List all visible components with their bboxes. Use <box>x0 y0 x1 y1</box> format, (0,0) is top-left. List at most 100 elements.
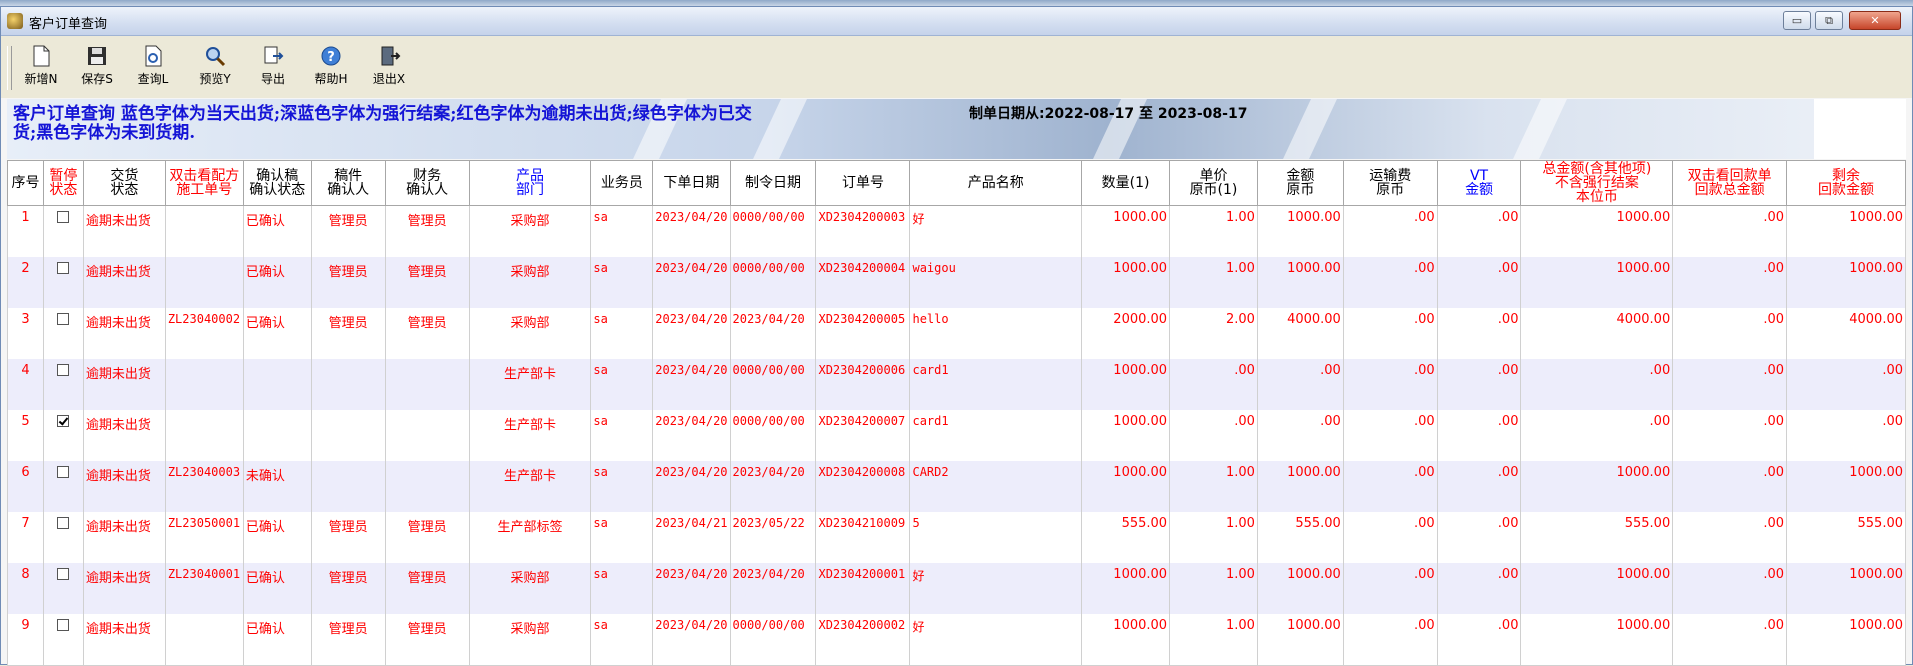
orders-grid[interactable]: 序号暂停 状态交货 状态双击看配方 施工单号确认稿 确认状态稿件 确认人财务 确… <box>7 160 1906 666</box>
cell-product: 好 <box>910 614 1082 666</box>
column-header-paused[interactable]: 暂停 状态 <box>43 161 83 206</box>
title-bar[interactable]: 客户订单查询 ▭ ⧉ ✕ <box>1 7 1912 36</box>
cell-amount: 555.00 <box>1257 512 1343 563</box>
query-document-icon <box>141 44 165 68</box>
new-document-icon <box>29 44 53 68</box>
cell-vt: .00 <box>1437 461 1521 512</box>
cell-remaining: 1000.00 <box>1787 257 1906 308</box>
cell-draft-confirmer <box>311 410 385 461</box>
column-header-order-date[interactable]: 下单日期 <box>653 161 730 206</box>
cell-total: .00 <box>1521 359 1673 410</box>
column-header-order-no[interactable]: 订单号 <box>816 161 910 206</box>
cell-dept: 采购部 <box>469 563 591 614</box>
table-row[interactable]: 3逾期未出货ZL23040002已确认管理员管理员采购部sa2023/04/20… <box>8 308 1906 359</box>
paused-checkbox[interactable] <box>57 262 69 274</box>
help-button[interactable]: ? 帮助H <box>307 44 355 94</box>
svg-text:?: ? <box>327 50 335 65</box>
cell-work-order: ZL23040003 <box>165 461 243 512</box>
paused-checkbox[interactable] <box>57 415 69 427</box>
paused-checkbox[interactable] <box>57 211 69 223</box>
orders-table: 序号暂停 状态交货 状态双击看配方 施工单号确认稿 确认状态稿件 确认人财务 确… <box>7 160 1906 666</box>
table-row[interactable]: 6逾期未出货ZL23040003未确认生产部卡sa2023/04/202023/… <box>8 461 1906 512</box>
column-header-qty[interactable]: 数量(1) <box>1082 161 1170 206</box>
column-header-total[interactable]: 总金额(含其他项) 不含强行结案 本位币 <box>1521 161 1673 206</box>
column-header-product[interactable]: 产品名称 <box>910 161 1082 206</box>
column-header-salesman[interactable]: 业务员 <box>591 161 653 206</box>
cell-vt: .00 <box>1437 410 1521 461</box>
column-header-dept[interactable]: 产品 部门 <box>469 161 591 206</box>
exit-button[interactable]: 退出X <box>365 44 413 94</box>
table-row[interactable]: 2逾期未出货已确认管理员管理员采购部sa2023/04/200000/00/00… <box>8 257 1906 308</box>
cell-order-no: XD2304210009 <box>816 512 910 563</box>
cell-seq: 5 <box>8 410 44 461</box>
cell-dept: 生产部卡 <box>469 410 591 461</box>
table-row[interactable]: 5逾期未出货生产部卡sa2023/04/200000/00/00XD230420… <box>8 410 1906 461</box>
table-row[interactable]: 4逾期未出货生产部卡sa2023/04/200000/00/00XD230420… <box>8 359 1906 410</box>
cell-dept: 生产部卡 <box>469 461 591 512</box>
cell-order-no: XD2304200006 <box>816 359 910 410</box>
cell-amount: 1000.00 <box>1257 563 1343 614</box>
cell-draft-confirm <box>243 359 311 410</box>
cell-seq: 4 <box>8 359 44 410</box>
preview-button-label: 预览Y <box>191 70 239 87</box>
table-row[interactable]: 8逾期未出货ZL23040001已确认管理员管理员采购部sa2023/04/20… <box>8 563 1906 614</box>
preview-button[interactable]: 预览Y <box>191 44 239 94</box>
cell-finance-confirmer: 管理员 <box>385 308 469 359</box>
cell-collected: .00 <box>1673 308 1787 359</box>
paused-checkbox[interactable] <box>57 619 69 631</box>
column-header-finance-confirmer[interactable]: 财务 确认人 <box>385 161 469 206</box>
color-legend-note: 客户订单查询 蓝色字体为当天出货;深蓝色字体为强行结案;红色字体为逾期未出货;绿… <box>13 105 753 143</box>
cell-draft-confirm: 已确认 <box>243 614 311 666</box>
column-header-work-order[interactable]: 双击看配方 施工单号 <box>165 161 243 206</box>
cell-draft-confirmer: 管理员 <box>311 512 385 563</box>
cell-freight: .00 <box>1343 512 1437 563</box>
table-row[interactable]: 9逾期未出货已确认管理员管理员采购部sa2023/04/200000/00/00… <box>8 614 1906 666</box>
column-header-make-date[interactable]: 制令日期 <box>730 161 816 206</box>
cell-order-date: 2023/04/20 <box>653 563 730 614</box>
column-header-delivery-status[interactable]: 交货 状态 <box>83 161 165 206</box>
paused-checkbox[interactable] <box>57 517 69 529</box>
cell-price: 1.00 <box>1170 257 1258 308</box>
new-button[interactable]: 新增N <box>17 44 65 94</box>
minimize-button[interactable]: ▭ <box>1783 11 1811 30</box>
column-header-seq[interactable]: 序号 <box>8 161 44 206</box>
column-header-draft-confirm[interactable]: 确认稿 确认状态 <box>243 161 311 206</box>
table-row[interactable]: 7逾期未出货ZL23050001已确认管理员管理员生产部标签sa2023/04/… <box>8 512 1906 563</box>
cell-amount: .00 <box>1257 359 1343 410</box>
column-header-price[interactable]: 单价 原币(1) <box>1170 161 1258 206</box>
paused-checkbox[interactable] <box>57 568 69 580</box>
save-button[interactable]: 保存S <box>73 44 121 94</box>
cell-paused <box>43 512 83 563</box>
cell-make-date: 2023/04/20 <box>730 563 816 614</box>
cell-price: .00 <box>1170 410 1258 461</box>
cell-draft-confirmer: 管理员 <box>311 206 385 258</box>
cell-delivery-status: 逾期未出货 <box>83 308 165 359</box>
export-icon <box>261 44 285 68</box>
column-header-remaining[interactable]: 剩余 回款金额 <box>1787 161 1906 206</box>
cell-product: card1 <box>910 410 1082 461</box>
column-header-freight[interactable]: 运输费 原币 <box>1343 161 1437 206</box>
paused-checkbox[interactable] <box>57 466 69 478</box>
export-button[interactable]: 导出 <box>249 44 297 94</box>
cell-remaining: 4000.00 <box>1787 308 1906 359</box>
query-button[interactable]: 查询L <box>129 44 177 94</box>
cell-order-date: 2023/04/20 <box>653 410 730 461</box>
cell-paused <box>43 461 83 512</box>
cell-product: CARD2 <box>910 461 1082 512</box>
column-header-collected[interactable]: 双击看回款单 回款总金额 <box>1673 161 1787 206</box>
close-button[interactable]: ✕ <box>1849 11 1901 30</box>
cell-remaining: .00 <box>1787 410 1906 461</box>
column-header-draft-confirmer[interactable]: 稿件 确认人 <box>311 161 385 206</box>
cell-draft-confirm: 已确认 <box>243 563 311 614</box>
column-header-vt[interactable]: VT 金额 <box>1437 161 1521 206</box>
paused-checkbox[interactable] <box>57 364 69 376</box>
toolbar-grip[interactable] <box>7 46 12 90</box>
cell-draft-confirmer: 管理员 <box>311 257 385 308</box>
cell-draft-confirm: 已确认 <box>243 512 311 563</box>
column-header-amount[interactable]: 金额 原币 <box>1257 161 1343 206</box>
cell-paused <box>43 563 83 614</box>
cell-finance-confirmer <box>385 359 469 410</box>
restore-button[interactable]: ⧉ <box>1815 11 1843 30</box>
paused-checkbox[interactable] <box>57 313 69 325</box>
table-row[interactable]: 1逾期未出货已确认管理员管理员采购部sa2023/04/200000/00/00… <box>8 206 1906 258</box>
